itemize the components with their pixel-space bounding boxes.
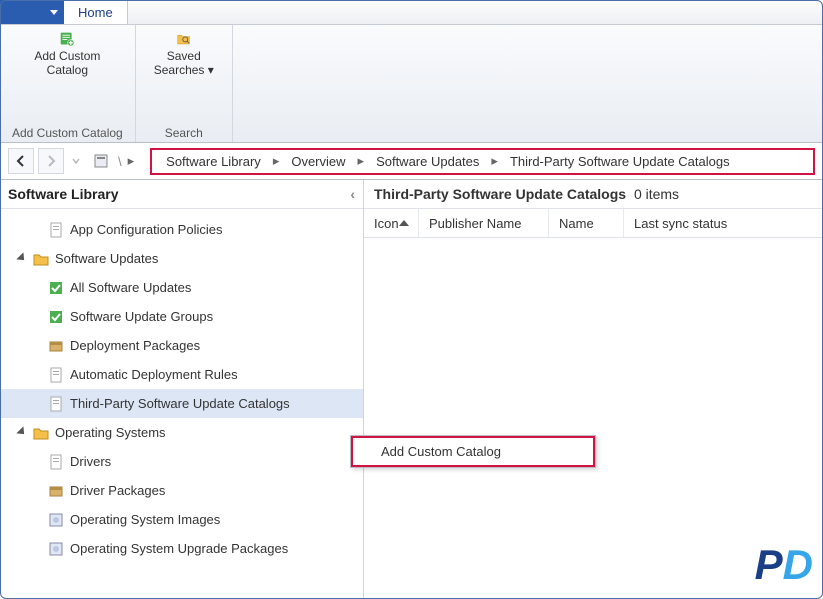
quick-access-menu[interactable] — [0, 0, 64, 24]
workspace: Software Library ‹ App Configuration Pol… — [0, 180, 823, 599]
arrow-left-icon — [14, 154, 28, 168]
tree-item-label: Third-Party Software Update Catalogs — [70, 396, 290, 411]
sidebar: Software Library ‹ App Configuration Pol… — [0, 180, 364, 599]
history-dropdown[interactable] — [68, 148, 84, 174]
forward-button[interactable] — [38, 148, 64, 174]
saved-searches-label: Saved Searches ▾ — [154, 49, 214, 77]
content-pane: Third-Party Software Update Catalogs 0 i… — [364, 180, 823, 599]
sidebar-item[interactable]: Software Update Groups — [0, 302, 363, 331]
expand-toggle[interactable] — [18, 428, 27, 437]
ribbon-group-title-search: Search — [165, 126, 203, 140]
navigation-bar: \ ▸ Software Library ▸ Overview ▸ Softwa… — [0, 143, 823, 180]
column-headers: Icon Publisher Name Name Last sync statu… — [364, 208, 823, 238]
sidebar-item[interactable]: App Configuration Policies — [0, 215, 363, 244]
expand-toggle[interactable] — [18, 254, 27, 263]
breadcrumb-item[interactable]: Third-Party Software Update Catalogs — [502, 154, 738, 169]
tree-item-label: Operating System Images — [70, 512, 220, 527]
tree-item-label: App Configuration Policies — [70, 222, 222, 237]
sidebar-item[interactable]: All Software Updates — [0, 273, 363, 302]
tree-item-label: Driver Packages — [70, 483, 165, 498]
chevron-down-icon — [50, 10, 58, 15]
sort-ascending-icon — [399, 220, 409, 226]
sidebar-title: Software Library — [8, 186, 118, 202]
tree-item-label: Deployment Packages — [70, 338, 200, 353]
column-name[interactable]: Name — [549, 209, 624, 237]
ribbon-group-add-catalog: Add Custom Catalog Add Custom Catalog — [0, 25, 136, 142]
tree-item-label: Automatic Deployment Rules — [70, 367, 238, 382]
tree-item-label: Software Updates — [55, 251, 158, 266]
sidebar-item[interactable]: Drivers — [0, 447, 363, 476]
ribbon-group-title-add: Add Custom Catalog — [12, 126, 123, 140]
breadcrumb-separator: ▸ — [273, 153, 280, 169]
sidebar-header: Software Library ‹ — [0, 180, 363, 209]
watermark: PD — [755, 541, 813, 589]
add-custom-catalog-label: Add Custom Catalog — [34, 49, 100, 77]
sidebar-item[interactable]: Software Updates — [0, 244, 363, 273]
context-menu: Add Custom Catalog — [350, 435, 596, 468]
sidebar-item[interactable]: Operating System Upgrade Packages — [0, 534, 363, 563]
tree-item-label: Operating Systems — [55, 425, 166, 440]
tree-item-label: Drivers — [70, 454, 111, 469]
sidebar-item[interactable]: Automatic Deployment Rules — [0, 360, 363, 389]
chevron-down-icon — [72, 157, 80, 165]
sidebar-item[interactable]: Third-Party Software Update Catalogs — [0, 389, 363, 418]
column-icon-label: Icon — [374, 216, 399, 231]
sidebar-item[interactable]: Deployment Packages — [0, 331, 363, 360]
sidebar-item[interactable]: Driver Packages — [0, 476, 363, 505]
ribbon-group-search: Saved Searches ▾ Search — [136, 25, 233, 142]
arrow-right-icon — [44, 154, 58, 168]
column-sync-status[interactable]: Last sync status — [624, 209, 823, 237]
content-title: Third-Party Software Update Catalogs — [374, 186, 626, 202]
breadcrumb-separator: ▸ — [491, 153, 498, 169]
breadcrumb-separator: ▸ — [126, 153, 137, 169]
back-button[interactable] — [8, 148, 34, 174]
tree-view: App Configuration Policies Software Updat… — [0, 209, 363, 599]
column-publisher[interactable]: Publisher Name — [419, 209, 549, 237]
ribbon: Add Custom Catalog Add Custom Catalog Sa… — [0, 25, 823, 143]
collapse-sidebar-button[interactable]: ‹ — [350, 186, 355, 202]
content-count: 0 items — [634, 186, 679, 202]
tab-home[interactable]: Home — [64, 0, 128, 24]
tree-item-label: All Software Updates — [70, 280, 191, 295]
breadcrumb-item[interactable]: Overview — [283, 154, 353, 169]
sidebar-item[interactable]: Operating Systems — [0, 418, 363, 447]
breadcrumb: Software Library ▸ Overview ▸ Software U… — [150, 148, 815, 175]
breadcrumb-item[interactable]: Software Library — [158, 154, 269, 169]
saved-searches-button[interactable]: Saved Searches ▾ — [148, 29, 220, 79]
breadcrumb-item[interactable]: Software Updates — [368, 154, 487, 169]
content-header: Third-Party Software Update Catalogs 0 i… — [364, 180, 823, 208]
library-icon — [93, 153, 109, 169]
tab-bar: Home — [0, 0, 823, 25]
context-add-custom-catalog[interactable]: Add Custom Catalog — [351, 436, 595, 467]
add-custom-catalog-button[interactable]: Add Custom Catalog — [28, 29, 106, 79]
tree-item-label: Software Update Groups — [70, 309, 213, 324]
location-icon-button[interactable] — [88, 148, 114, 174]
breadcrumb-separator: ▸ — [358, 153, 365, 169]
sidebar-item[interactable]: Operating System Images — [0, 505, 363, 534]
folder-search-icon — [176, 31, 192, 47]
tree-item-label: Operating System Upgrade Packages — [70, 541, 288, 556]
column-icon[interactable]: Icon — [364, 209, 419, 237]
add-catalog-icon — [59, 31, 75, 47]
